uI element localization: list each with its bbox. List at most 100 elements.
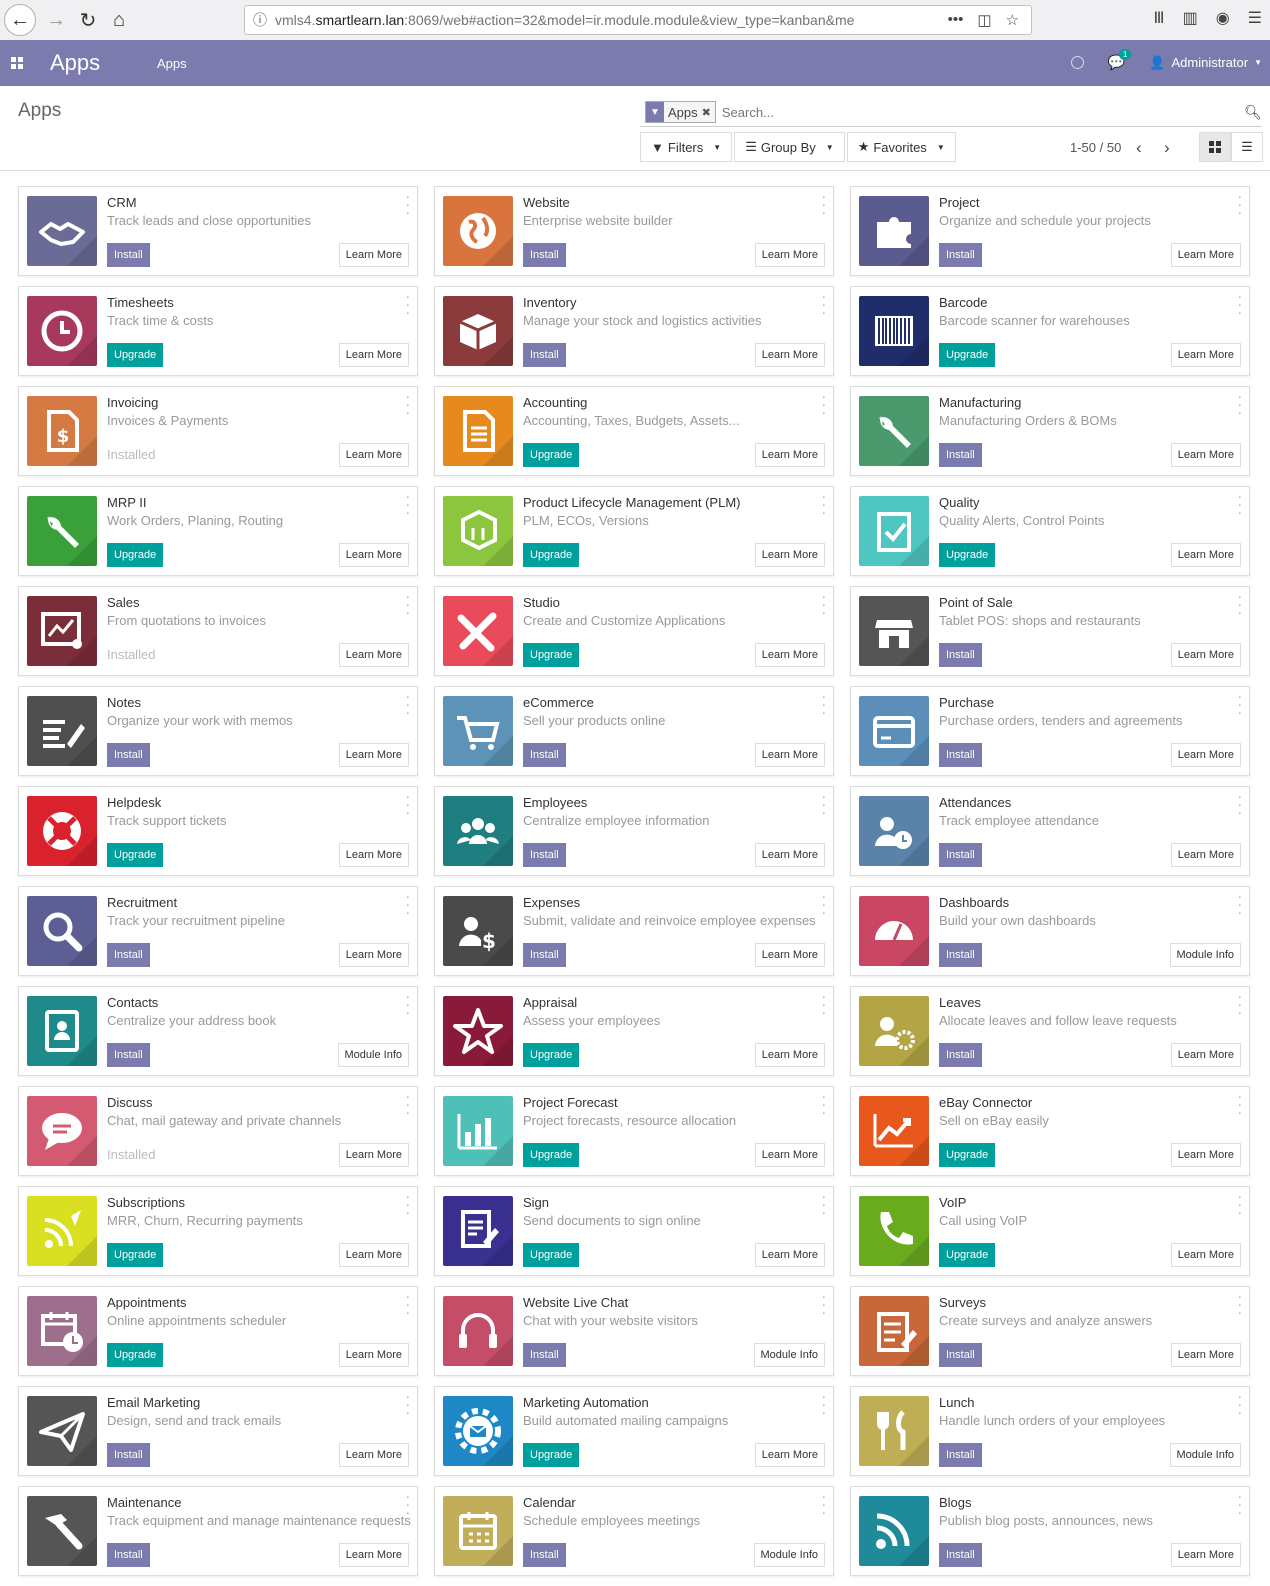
card-menu-icon[interactable]: · · · — [406, 990, 410, 1019]
learn-more-button[interactable]: Learn More — [754, 743, 825, 767]
learn-more-button[interactable]: Learn More — [338, 1143, 409, 1167]
app-card-voip[interactable]: VoIP Call using VoIP · · · Upgrade Learn More — [850, 1186, 1250, 1276]
install-button[interactable]: Install — [939, 243, 982, 267]
learn-more-button[interactable]: Learn More — [754, 1443, 825, 1467]
home-icon[interactable]: ⌂ — [103, 4, 135, 36]
app-card-sales[interactable]: Sales From quotations to invoices · · · Insta… — [18, 586, 418, 676]
card-menu-icon[interactable]: · · · — [1238, 490, 1242, 519]
app-card-notes[interactable]: Notes Organize your work with memos · · · Ins… — [18, 686, 418, 776]
bookmark-star-icon[interactable]: ☆ — [1006, 11, 1019, 29]
install-button[interactable]: Install — [523, 343, 566, 367]
app-card-helpdesk[interactable]: Helpdesk Track support tickets · · · Upgrade L… — [18, 786, 418, 876]
learn-more-button[interactable]: Learn More — [1170, 443, 1241, 467]
app-card-mrp-ii[interactable]: MRP II Work Orders, Planing, Routing · · · Up… — [18, 486, 418, 576]
url-bar[interactable]: ⓘ vmls4.smartlearn.lan:8069/web#action=3… — [244, 5, 1032, 35]
learn-more-button[interactable]: Learn More — [1170, 1343, 1241, 1367]
library-icon[interactable]: Ⅲ — [1154, 8, 1165, 28]
install-button[interactable]: Install — [523, 1343, 566, 1367]
card-menu-icon[interactable]: · · · — [822, 1390, 826, 1419]
app-card-subscriptions[interactable]: Subscriptions MRR, Churn, Recurring payme… — [18, 1186, 418, 1276]
back-arrow-icon[interactable]: ← — [4, 4, 36, 36]
app-card-accounting[interactable]: Accounting Accounting, Taxes, Budgets, As… — [434, 386, 834, 476]
learn-more-button[interactable]: Learn More — [1170, 1143, 1241, 1167]
install-button[interactable]: Install — [939, 943, 982, 967]
app-card-marketing-automation[interactable]: Marketing Automation Build automated mail… — [434, 1386, 834, 1476]
card-menu-icon[interactable]: · · · — [1238, 590, 1242, 619]
upgrade-button[interactable]: Upgrade — [107, 843, 164, 867]
app-card-leaves[interactable]: Leaves Allocate leaves and follow leave r… — [850, 986, 1250, 1076]
upgrade-button[interactable]: Upgrade — [523, 1043, 580, 1067]
card-menu-icon[interactable]: · · · — [1238, 1090, 1242, 1119]
app-card-crm[interactable]: CRM Track leads and close opportunities · ·… — [18, 186, 418, 276]
learn-more-button[interactable]: Learn More — [338, 1543, 409, 1567]
learn-more-button[interactable]: Learn More — [1170, 243, 1241, 267]
upgrade-button[interactable]: Upgrade — [107, 1243, 164, 1267]
learn-more-button[interactable]: Learn More — [338, 343, 409, 367]
card-menu-icon[interactable]: · · · — [406, 590, 410, 619]
card-menu-icon[interactable]: · · · — [822, 1290, 826, 1319]
install-button[interactable]: Install — [939, 1343, 982, 1367]
install-button[interactable]: Install — [939, 643, 982, 667]
card-menu-icon[interactable]: · · · — [1238, 690, 1242, 719]
app-card-ebay-connector[interactable]: eBay Connector Sell on eBay easily · · · Upgr… — [850, 1086, 1250, 1176]
learn-more-button[interactable]: Learn More — [1170, 543, 1241, 567]
install-button[interactable]: Install — [107, 243, 150, 267]
reload-icon[interactable]: ↻ — [72, 4, 104, 36]
learn-more-button[interactable]: Learn More — [754, 643, 825, 667]
app-card-recruitment[interactable]: Recruitment Track your recruitment pipeli… — [18, 886, 418, 976]
app-card-appointments[interactable]: Appointments Online appointments schedule… — [18, 1286, 418, 1376]
install-button[interactable]: Install — [939, 1043, 982, 1067]
install-button[interactable]: Install — [939, 843, 982, 867]
upgrade-button[interactable]: Upgrade — [523, 543, 580, 567]
card-menu-icon[interactable]: · · · — [822, 290, 826, 319]
card-menu-icon[interactable]: · · · — [822, 490, 826, 519]
card-menu-icon[interactable]: · · · — [1238, 1290, 1242, 1319]
url-text[interactable]: vmls4.smartlearn.lan:8069/web#action=32&… — [275, 12, 936, 28]
learn-more-button[interactable]: Learn More — [754, 443, 825, 467]
card-menu-icon[interactable]: · · · — [822, 990, 826, 1019]
app-card-project[interactable]: Project Organize and schedule your projec… — [850, 186, 1250, 276]
module-info-button[interactable]: Module Info — [753, 1543, 825, 1567]
learn-more-button[interactable]: Learn More — [1170, 643, 1241, 667]
app-card-website-live-chat[interactable]: Website Live Chat Chat with your website … — [434, 1286, 834, 1376]
module-info-button[interactable]: Module Info — [1169, 943, 1241, 967]
learn-more-button[interactable]: Learn More — [1170, 843, 1241, 867]
app-card-contacts[interactable]: Contacts Centralize your address book · · · I… — [18, 986, 418, 1076]
card-menu-icon[interactable]: · · · — [822, 1490, 826, 1519]
learn-more-button[interactable]: Learn More — [338, 943, 409, 967]
app-card-attendances[interactable]: Attendances Track employee attendance · · · I… — [850, 786, 1250, 876]
card-menu-icon[interactable]: · · · — [1238, 1490, 1242, 1519]
app-card-calendar[interactable]: Calendar Schedule employees meetings · · · In… — [434, 1486, 834, 1576]
pager-next-icon[interactable]: › — [1164, 138, 1170, 158]
card-menu-icon[interactable]: · · · — [406, 690, 410, 719]
remove-facet-icon[interactable]: ✖ — [702, 106, 715, 119]
kanban-view-button[interactable] — [1199, 132, 1231, 162]
install-button[interactable]: Install — [523, 1543, 566, 1567]
app-switcher-icon[interactable] — [11, 57, 23, 69]
learn-more-button[interactable]: Learn More — [338, 1443, 409, 1467]
filters-button[interactable]: ▼ Filters ▼ — [640, 132, 733, 162]
card-menu-icon[interactable]: · · · — [406, 890, 410, 919]
learn-more-button[interactable]: Learn More — [338, 843, 409, 867]
forward-arrow-icon[interactable]: → — [40, 4, 72, 36]
upgrade-button[interactable]: Upgrade — [939, 543, 996, 567]
upgrade-button[interactable]: Upgrade — [523, 1143, 580, 1167]
app-card-dashboards[interactable]: Dashboards Build your own dashboards · · · In… — [850, 886, 1250, 976]
card-menu-icon[interactable]: · · · — [1238, 890, 1242, 919]
activity-clock-icon[interactable] — [1070, 56, 1084, 69]
learn-more-button[interactable]: Learn More — [338, 443, 409, 467]
card-menu-icon[interactable]: · · · — [406, 190, 410, 219]
app-card-invoicing[interactable]: $ Invoicing Invoices & Payments · · · Installe… — [18, 386, 418, 476]
card-menu-icon[interactable]: · · · — [406, 1090, 410, 1119]
install-button[interactable]: Install — [939, 443, 982, 467]
app-card-appraisal[interactable]: Appraisal Assess your employees · · · Upgrade… — [434, 986, 834, 1076]
learn-more-button[interactable]: Learn More — [754, 543, 825, 567]
card-menu-icon[interactable]: · · · — [1238, 190, 1242, 219]
app-card-email-marketing[interactable]: Email Marketing Design, send and track em… — [18, 1386, 418, 1476]
install-button[interactable]: Install — [107, 1443, 150, 1467]
app-card-point-of-sale[interactable]: Point of Sale Tablet POS: shops and resta… — [850, 586, 1250, 676]
pager-value[interactable]: 1-50 / 50 — [1070, 140, 1121, 155]
upgrade-button[interactable]: Upgrade — [523, 1443, 580, 1467]
learn-more-button[interactable]: Learn More — [754, 1043, 825, 1067]
app-card-quality[interactable]: Quality Quality Alerts, Control Points · · ·… — [850, 486, 1250, 576]
